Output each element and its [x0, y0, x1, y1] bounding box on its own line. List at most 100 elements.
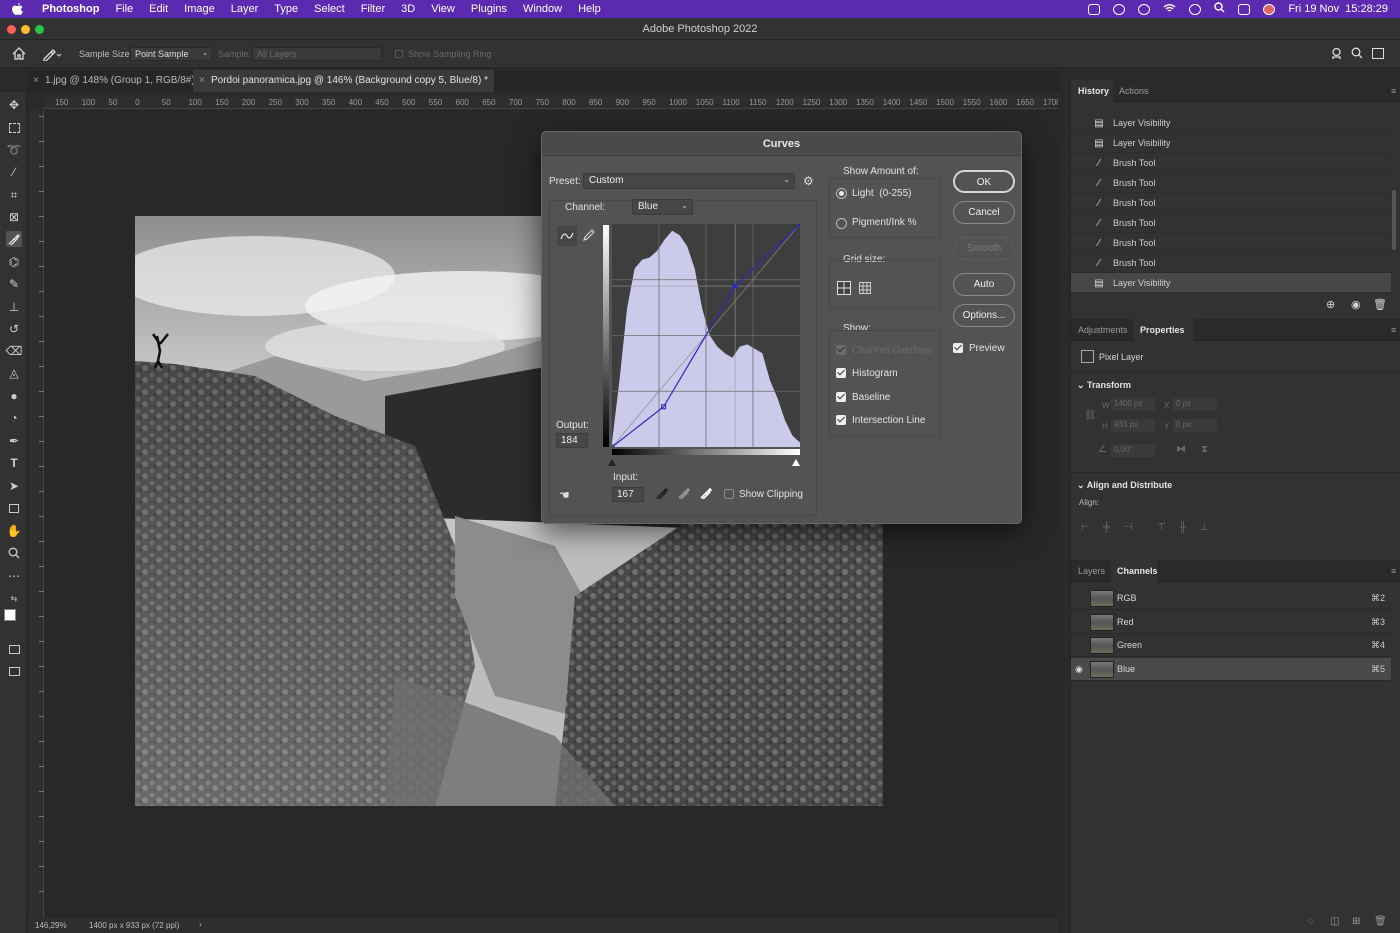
- menu-help[interactable]: Help: [570, 3, 609, 15]
- align-bottom-edges-icon[interactable]: ⊥: [1200, 522, 1209, 533]
- search-icon[interactable]: [1351, 47, 1363, 62]
- grid-simple-icon[interactable]: [837, 281, 851, 295]
- path-selection-tool-icon[interactable]: ➤: [6, 478, 22, 494]
- sample-dropdown[interactable]: All Layers: [252, 47, 382, 61]
- eraser-tool-icon[interactable]: ⌫: [6, 343, 23, 359]
- foreground-color-swatch[interactable]: [4, 609, 16, 621]
- more-tools-icon[interactable]: ⋯: [6, 568, 22, 584]
- control-center-icon[interactable]: [1238, 3, 1251, 15]
- menu-plugins[interactable]: Plugins: [463, 3, 515, 15]
- new-document-from-state-icon[interactable]: ⊕: [1326, 298, 1335, 311]
- panel-menu-icon[interactable]: ≡: [1391, 325, 1396, 335]
- sampling-ring-checkbox[interactable]: [395, 50, 403, 58]
- channel-dropdown[interactable]: Blue ⌄: [632, 199, 693, 215]
- spotlight-search-icon[interactable]: [1214, 2, 1225, 16]
- tab-channels[interactable]: Channels: [1117, 566, 1158, 576]
- history-item[interactable]: ▤ Layer Visibility: [1071, 133, 1391, 153]
- paint-bucket-tool-icon[interactable]: ◬: [6, 365, 22, 381]
- width-field[interactable]: 1400 px: [1111, 398, 1155, 411]
- white-eyedropper-icon[interactable]: [700, 487, 713, 502]
- close-tab-icon[interactable]: ×: [199, 75, 205, 86]
- preset-options-gear-icon[interactable]: ⚙: [803, 174, 814, 188]
- menu-layer[interactable]: Layer: [223, 3, 267, 15]
- white-point-slider-icon[interactable]: [792, 459, 800, 466]
- angle-field[interactable]: 0,00°: [1111, 444, 1155, 457]
- display-icon[interactable]: [1088, 3, 1101, 15]
- intersection-line-checkbox[interactable]: [836, 415, 846, 425]
- menu-type[interactable]: Type: [266, 3, 306, 15]
- menu-window[interactable]: Window: [515, 3, 570, 15]
- black-eyedropper-icon[interactable]: [656, 487, 669, 502]
- history-item[interactable]: ⁄ Brush Tool: [1071, 253, 1391, 273]
- channel-row-rgb[interactable]: RGB ⌘2: [1071, 587, 1391, 610]
- y-field[interactable]: 0 px: [1173, 419, 1217, 432]
- history-item[interactable]: ⁄ Brush Tool: [1071, 173, 1391, 193]
- tab-history[interactable]: History: [1078, 86, 1109, 96]
- stamp-tool-icon[interactable]: ⊥: [6, 299, 22, 315]
- menu-filter[interactable]: Filter: [353, 3, 393, 15]
- quick-mask-icon[interactable]: [6, 641, 22, 657]
- channel-row-blue[interactable]: ◉ Blue ⌘5: [1071, 657, 1391, 681]
- channel-row-green[interactable]: Green ⌘4: [1071, 634, 1391, 657]
- tab-adjustments[interactable]: Adjustments: [1078, 325, 1128, 335]
- snapshot-camera-icon[interactable]: ◉: [1351, 298, 1361, 311]
- history-item[interactable]: ⁄ Brush Tool: [1071, 193, 1391, 213]
- pen-tool-icon[interactable]: ✒: [6, 433, 22, 449]
- document-info[interactable]: 1400 px x 933 px (72 ppi): [89, 921, 179, 930]
- home-icon[interactable]: [12, 47, 26, 63]
- screen-mode-icon[interactable]: [6, 663, 22, 679]
- flip-vertical-icon[interactable]: ⧗: [1201, 444, 1208, 455]
- history-item[interactable]: ⁄ Brush Tool: [1071, 213, 1391, 233]
- smooth-button[interactable]: Smooth: [953, 237, 1015, 260]
- crop-tool-icon[interactable]: ⌗: [6, 187, 22, 203]
- grid-detailed-icon[interactable]: [859, 282, 871, 297]
- history-brush-tool-icon[interactable]: ↺: [6, 321, 22, 337]
- brush-tool-icon[interactable]: ✎: [6, 276, 22, 292]
- input-field[interactable]: 167: [612, 487, 644, 502]
- load-channel-selection-icon[interactable]: ◌: [1308, 916, 1314, 927]
- curves-graph[interactable]: [612, 224, 800, 447]
- eyedropper-tool-icon[interactable]: [6, 231, 22, 247]
- marquee-tool-icon[interactable]: [6, 120, 22, 136]
- targeted-adjustment-hand-icon[interactable]: ☚: [559, 488, 570, 502]
- blur-tool-icon[interactable]: ●: [6, 388, 22, 404]
- light-radio[interactable]: [836, 188, 847, 199]
- channel-overlays-checkbox[interactable]: [836, 345, 846, 355]
- new-channel-icon[interactable]: ⊞: [1352, 916, 1360, 927]
- menu-image[interactable]: Image: [176, 3, 223, 15]
- vertical-scrollbar[interactable]: [1392, 190, 1396, 250]
- share-icon[interactable]: [1330, 47, 1343, 63]
- time-machine-icon[interactable]: [1189, 3, 1202, 15]
- delete-channel-icon[interactable]: 🗑: [1374, 916, 1387, 927]
- menu-view[interactable]: View: [423, 3, 463, 15]
- magic-wand-tool-icon[interactable]: ⁄: [6, 164, 22, 180]
- preset-dropdown[interactable]: Custom ⌄: [583, 173, 795, 189]
- rectangle-tool-icon[interactable]: [6, 500, 22, 516]
- gray-eyedropper-icon[interactable]: [678, 487, 691, 502]
- history-item[interactable]: ⁄ Brush Tool: [1071, 153, 1391, 173]
- align-section-header[interactable]: ⌄ Align and Distribute: [1077, 480, 1172, 491]
- baseline-checkbox[interactable]: [836, 392, 846, 402]
- history-item[interactable]: ⁄ Brush Tool: [1071, 233, 1391, 253]
- move-tool-icon[interactable]: ✥: [6, 97, 22, 113]
- sample-size-dropdown[interactable]: Point Sample ⌄: [130, 47, 212, 61]
- eyedropper-preset-icon[interactable]: [42, 47, 62, 64]
- x-field[interactable]: 0 px: [1173, 398, 1217, 411]
- align-vertical-centers-icon[interactable]: ╫: [1179, 522, 1186, 533]
- lasso-tool-icon[interactable]: ➰: [6, 142, 22, 158]
- output-field[interactable]: 184: [556, 433, 588, 448]
- tab-actions[interactable]: Actions: [1119, 86, 1149, 96]
- panel-menu-icon[interactable]: ≡: [1391, 86, 1396, 96]
- align-horizontal-centers-icon[interactable]: ╪: [1103, 522, 1110, 533]
- menu-edit[interactable]: Edit: [141, 3, 176, 15]
- preview-checkbox[interactable]: [953, 343, 963, 353]
- menu-file[interactable]: File: [107, 3, 141, 15]
- hand-tool-icon[interactable]: ✋: [6, 523, 22, 539]
- history-item[interactable]: ▤ Layer Visibility: [1071, 113, 1391, 133]
- status-menu-arrow-icon[interactable]: ›: [199, 920, 202, 929]
- save-selection-channel-icon[interactable]: ◫: [1330, 916, 1339, 927]
- workspace-icon[interactable]: [1372, 48, 1384, 59]
- channel-row-red[interactable]: Red ⌘3: [1071, 611, 1391, 634]
- cancel-button[interactable]: Cancel: [953, 201, 1015, 224]
- play-icon[interactable]: [1138, 3, 1151, 15]
